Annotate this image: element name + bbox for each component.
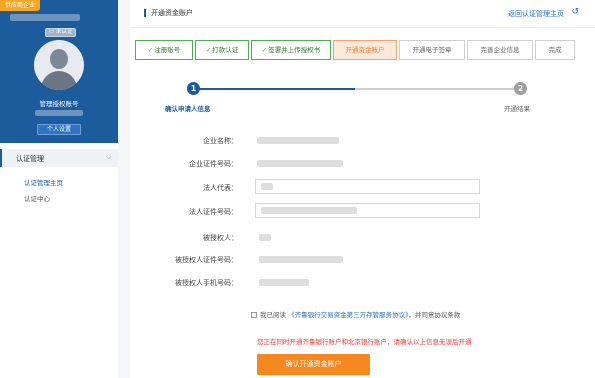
avatar-head (50, 49, 68, 69)
main-panel: 开通资金账户 返回认证管理主页 ↺ ✓注册账号 ✓打款认证 ✓签署并上传授权书 … (130, 0, 595, 378)
company-cert-label: 企业证件号码： (189, 160, 238, 168)
step-label: 打款认证 (212, 46, 239, 54)
step-label: 完成 (548, 46, 562, 54)
sidebar-item-cert-home[interactable]: 认证管理主页 (24, 177, 63, 187)
progress-label-1: 确认申请人信息 (165, 105, 211, 113)
progress-line-done (193, 88, 355, 90)
page-title: 开通资金账户 (144, 9, 193, 17)
step-label: 签署并上传授权书 (268, 46, 321, 54)
legal-cert-label: 法人证件号码： (189, 208, 238, 216)
step-sign-authorization: ✓签署并上传授权书 (251, 40, 331, 60)
check-icon: ✓ (261, 46, 268, 54)
step-payment-verify: ✓打款认证 (195, 40, 249, 60)
step-label: 开通电子签章 (412, 46, 452, 54)
profile-panel: 供应商企业 ▭ 未认证 管理授权账号 个人设置 (0, 0, 118, 143)
avatar (34, 40, 84, 90)
authorized-cert-value-redacted (259, 256, 343, 263)
progress-label-2: 开通结果 (504, 105, 530, 113)
cert-status-text: 未认证 (55, 29, 73, 35)
account-type-badge: 供应商企业 (0, 0, 41, 11)
return-icon[interactable]: ↺ (571, 7, 579, 17)
step-label: 完善企业信息 (480, 46, 520, 54)
progress-step-2: 2 (514, 82, 527, 95)
check-icon: ✓ (205, 46, 212, 54)
step-complete-company-info: 完善企业信息 (467, 40, 533, 60)
cert-status-badge: ▭ 未认证 (45, 28, 77, 37)
step-bar: ✓注册账号 ✓打款认证 ✓签署并上传授权书 开通资金账户 开通电子签章 完善企业… (135, 40, 575, 60)
company-name-redacted (10, 14, 80, 21)
id-card-icon: ▭ (49, 29, 55, 35)
progress-step-1: 1 (187, 82, 200, 95)
progress-line-pending (355, 88, 515, 90)
agreement-row: 我已阅读 《齐鲁银行交易资金第三方存管服务协议》，并同意协议条款 (251, 309, 460, 319)
warning-message: 您正在同时开通齐鲁银行账户和北京银行账户，请确认以上信息无误后开通 (257, 338, 472, 346)
menu-group-label: 认证管理 (16, 155, 44, 163)
personal-settings-button[interactable]: 个人设置 (37, 124, 81, 135)
authorized-person-label: 被授权人： (203, 234, 238, 242)
avatar-body (41, 71, 77, 90)
agreement-checkbox[interactable] (251, 312, 257, 318)
header-divider (130, 27, 595, 28)
confirm-open-account-button[interactable]: 确认开通资金账户 (257, 354, 370, 375)
legal-cert-value-redacted (261, 207, 357, 214)
agreement-suffix: ，并同意协议条款 (408, 311, 461, 319)
step-open-fund-account: 开通资金账户 (333, 40, 397, 60)
step-register: ✓注册账号 (135, 40, 193, 60)
check-icon: ✓ (147, 46, 154, 54)
sidebar-item-cert-center[interactable]: 认证中心 (24, 193, 50, 203)
authorized-cert-label: 被授权人证件号码： (175, 256, 238, 264)
sidebar: 供应商企业 ▭ 未认证 管理授权账号 个人设置 认证管理 ⌵ 认证管理主页 认证… (0, 0, 118, 378)
legal-rep-value-redacted (261, 183, 273, 190)
menu-group-cert-management[interactable]: 认证管理 ⌵ (0, 149, 118, 167)
company-name-value-redacted (257, 137, 339, 144)
authorized-phone-value-redacted (259, 279, 309, 286)
step-label: 注册账号 (154, 46, 181, 54)
authorized-phone-label: 被授权人手机号码： (175, 279, 238, 287)
legal-rep-label: 法人代表： (203, 184, 238, 192)
back-to-cert-home-link[interactable]: 返回认证管理主页 (508, 9, 564, 19)
step-finish: 完成 (535, 40, 575, 60)
account-id-redacted (35, 110, 83, 116)
step-label: 开通资金账户 (345, 46, 385, 54)
legal-cert-field[interactable] (255, 203, 480, 218)
agreement-prefix: 我已阅读 (260, 311, 286, 319)
company-cert-value-redacted (257, 160, 343, 167)
authorized-person-value-redacted (259, 234, 271, 241)
step-open-e-signature: 开通电子签章 (399, 40, 465, 60)
account-role: 管理授权账号 (39, 100, 79, 108)
company-name-label: 企业名称： (203, 137, 238, 145)
legal-rep-field[interactable] (255, 179, 480, 194)
agreement-link[interactable]: 《齐鲁银行交易资金第三方存管服务协议》 (288, 311, 408, 319)
chevron-down-icon: ⌵ (106, 153, 112, 161)
